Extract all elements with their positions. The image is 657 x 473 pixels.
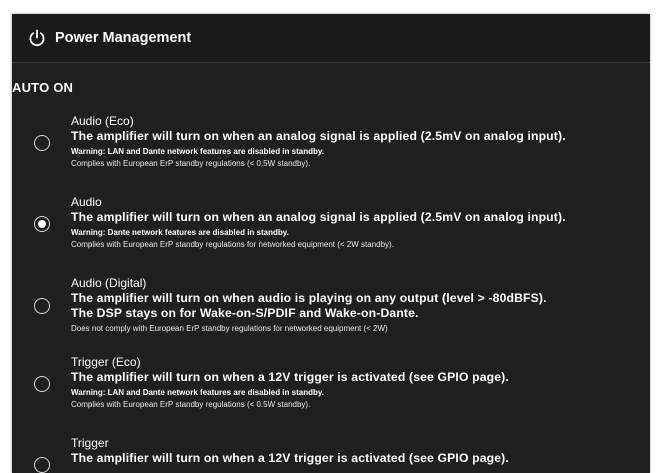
option-warning: Warning: LAN and Dante network features … [71, 388, 324, 397]
option-note: Complies with European ErP standby regul… [71, 159, 311, 168]
option-title: Audio (Eco) [71, 114, 134, 128]
option-description-2: The DSP stays on for Wake-on-S/PDIF and … [71, 306, 419, 320]
option-title: Audio (Digital) [71, 276, 147, 290]
option-description: The amplifier will turn on when a 12V tr… [71, 370, 509, 384]
option-trigger[interactable]: Trigger The amplifier will turn on when … [12, 436, 650, 473]
option-audio[interactable]: Audio The amplifier will turn on when an… [12, 195, 650, 276]
option-warning: Warning: LAN and Dante network features … [71, 147, 324, 156]
option-audio-eco[interactable]: Audio (Eco) The amplifier will turn on w… [12, 114, 650, 195]
option-note: Complies with European ErP standby regul… [71, 240, 394, 249]
option-description: The amplifier will turn on when an analo… [71, 210, 566, 224]
power-management-panel: Power Management AUTO ON Audio (Eco) The… [12, 14, 650, 473]
section-title-auto-on: AUTO ON [12, 80, 74, 95]
option-description: The amplifier will turn on when a 12V tr… [71, 451, 509, 465]
panel-header: Power Management [12, 14, 650, 63]
power-icon [28, 29, 46, 47]
page-title: Power Management [55, 30, 192, 46]
option-note: Complies with European ErP standby regul… [71, 400, 311, 409]
radio-trigger[interactable] [34, 457, 50, 473]
radio-audio-eco[interactable] [34, 135, 50, 151]
option-warning: Warning: Dante network features are disa… [71, 228, 289, 237]
option-title: Trigger (Eco) [71, 355, 141, 369]
radio-audio-digital[interactable] [34, 298, 50, 314]
radio-audio[interactable] [34, 216, 50, 232]
auto-on-options: Audio (Eco) The amplifier will turn on w… [12, 114, 650, 473]
option-audio-digital[interactable]: Audio (Digital) The amplifier will turn … [12, 276, 650, 355]
option-title: Trigger [71, 436, 109, 450]
option-title: Audio [71, 195, 102, 209]
option-trigger-eco[interactable]: Trigger (Eco) The amplifier will turn on… [12, 355, 650, 436]
option-description: The amplifier will turn on when an analo… [71, 129, 566, 143]
radio-trigger-eco[interactable] [34, 376, 50, 392]
option-description: The amplifier will turn on when audio is… [71, 291, 547, 305]
option-note: Does not comply with European ErP standb… [71, 324, 388, 333]
